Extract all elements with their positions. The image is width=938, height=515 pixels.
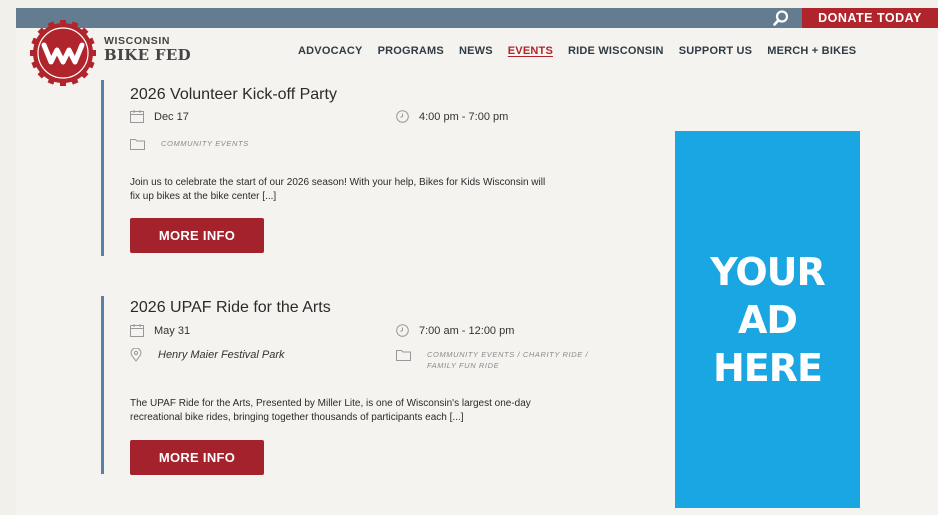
calendar-icon [130, 110, 144, 123]
ad-text-line: AD [738, 297, 798, 342]
folder-icon [396, 350, 411, 361]
event-accent-bar [101, 296, 104, 474]
brand-top-text: WISCONSIN [104, 35, 171, 47]
clock-icon [396, 324, 409, 337]
event-date: Dec 17 [130, 110, 189, 123]
nav-item-support-us[interactable]: SUPPORT US [679, 45, 753, 57]
ad-text-line: HERE [713, 345, 823, 390]
event-title[interactable]: 2026 Volunteer Kick-off Party [130, 86, 337, 104]
more-info-button[interactable]: MORE INFO [130, 218, 264, 253]
event-category-link[interactable]: FAMILY FUN RIDE [427, 360, 588, 371]
event-categories: COMMUNITY EVENTS [130, 138, 249, 150]
top-utility-bar: DONATE TODAY [16, 8, 938, 28]
brand-wordmark[interactable]: WISCONSIN BIKE FED [104, 36, 191, 63]
calendar-icon [130, 324, 144, 337]
event-description: Join us to celebrate the start of our 20… [130, 176, 670, 204]
event-categories: COMMUNITY EVENTS / CHARITY RIDE / FAMILY… [396, 349, 588, 371]
clock-icon [396, 110, 409, 123]
event-time: 7:00 am - 12:00 pm [396, 324, 514, 337]
map-pin-icon [130, 348, 142, 362]
event-category-link[interactable]: COMMUNITY EVENTS [161, 138, 249, 149]
nav-item-events[interactable]: EVENTS [508, 45, 553, 57]
brand-bottom-text: BIKE FED [104, 45, 191, 64]
event-category-link[interactable]: COMMUNITY EVENTS / CHARITY RIDE / [427, 349, 588, 360]
folder-icon [130, 139, 145, 150]
ad-text-line: YOUR [710, 249, 826, 294]
nav-item-ride-wisconsin[interactable]: RIDE WISCONSIN [568, 45, 664, 57]
more-info-button[interactable]: MORE INFO [130, 440, 264, 475]
event-time-text: 4:00 pm - 7:00 pm [419, 110, 509, 123]
donate-button[interactable]: DONATE TODAY [802, 8, 938, 28]
nav-item-advocacy[interactable]: ADVOCACY [298, 45, 363, 57]
event-time: 4:00 pm - 7:00 pm [396, 110, 508, 123]
event-venue: Henry Maier Festival Park [130, 348, 285, 362]
event-description-line: Join us to celebrate the start of our 20… [130, 177, 546, 188]
event-date: May 31 [130, 324, 190, 337]
event-date-text: Dec 17 [154, 110, 189, 123]
event-description-line: The UPAF Ride for the Arts, Presented by… [130, 398, 531, 409]
event-time-text: 7:00 am - 12:00 pm [419, 324, 515, 337]
event-venue-text[interactable]: Henry Maier Festival Park [158, 349, 285, 361]
event-date-text: May 31 [154, 324, 191, 337]
event-description-line: recreational bike rides, bringing togeth… [130, 412, 464, 423]
ad-placeholder[interactable]: YOUR AD HERE [675, 131, 860, 508]
nav-item-programs[interactable]: PROGRAMS [378, 45, 444, 57]
event-description: The UPAF Ride for the Arts, Presented by… [130, 397, 670, 425]
nav-item-merch-bikes[interactable]: MERCH + BIKES [767, 45, 856, 57]
event-description-line: fix up bikes at the bike center [...] [130, 191, 277, 202]
search-icon[interactable] [772, 9, 790, 27]
nav-item-news[interactable]: NEWS [459, 45, 493, 57]
bike-fed-logo-icon[interactable] [30, 20, 96, 86]
main-nav: ADVOCACY PROGRAMS NEWS EVENTS RIDE WISCO… [298, 45, 856, 57]
event-title[interactable]: 2026 UPAF Ride for the Arts [130, 299, 331, 317]
event-accent-bar [101, 80, 104, 256]
